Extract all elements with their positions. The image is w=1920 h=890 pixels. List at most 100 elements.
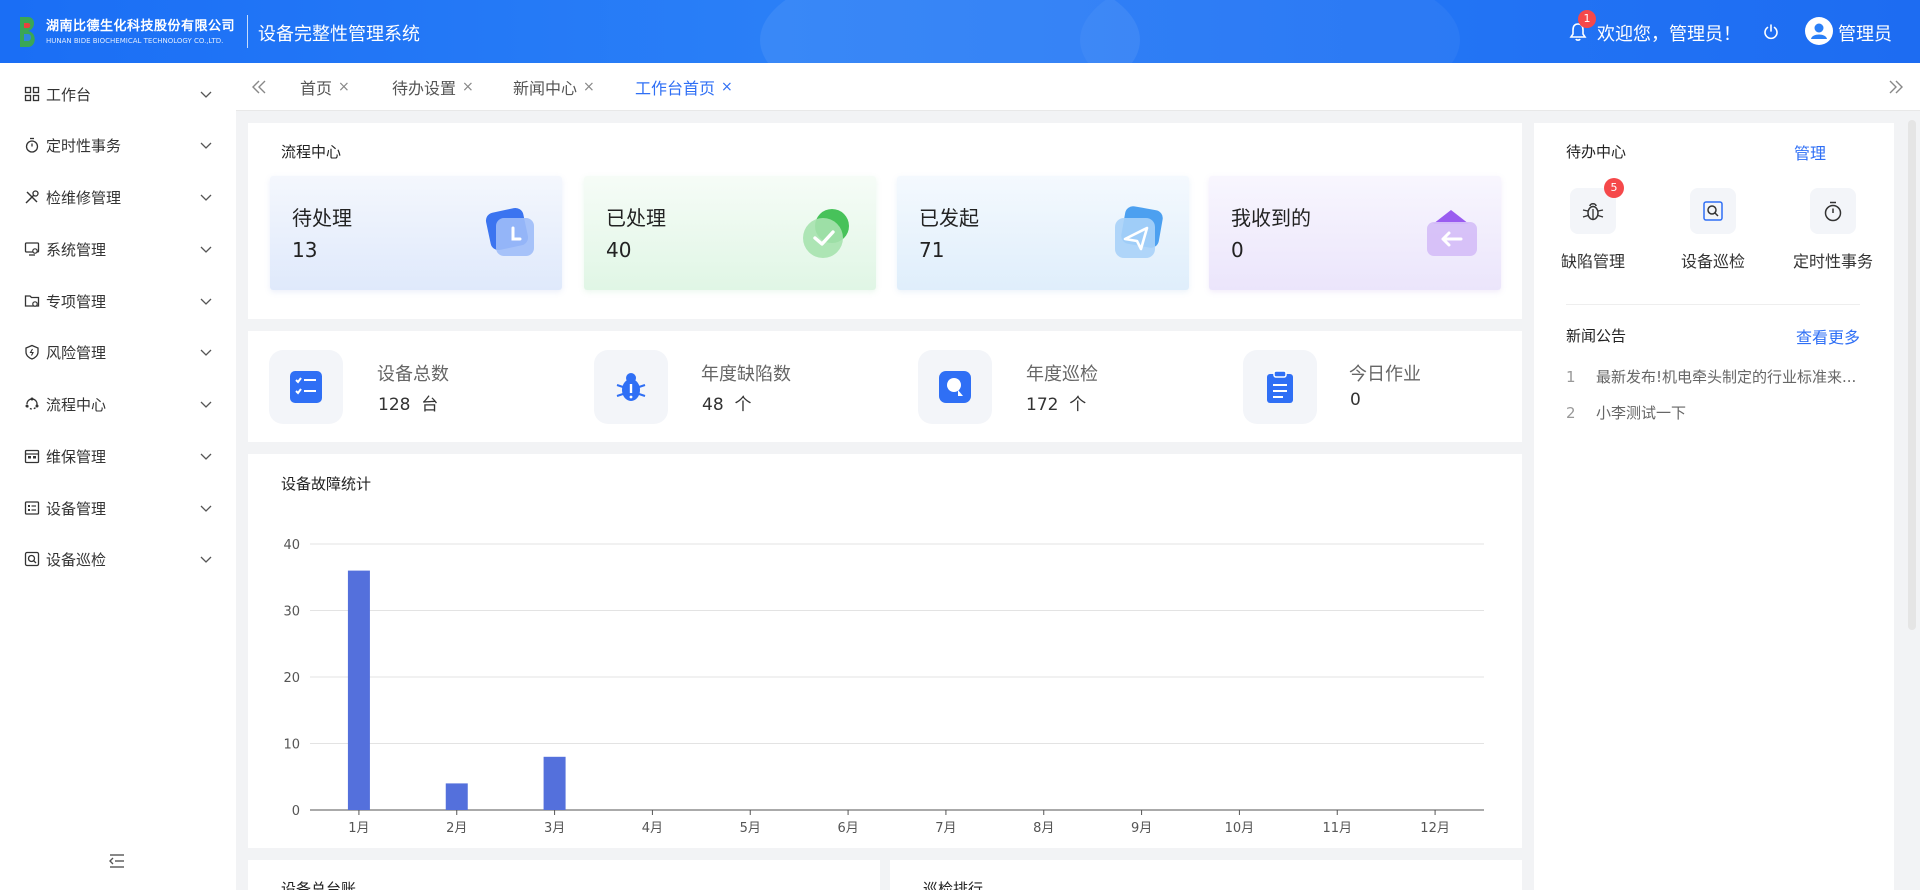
power-icon[interactable] bbox=[1762, 23, 1780, 41]
page-scrollbar[interactable] bbox=[1908, 120, 1916, 630]
sidebar-item-process-center[interactable]: 流程中心 bbox=[0, 384, 236, 424]
todo-label: 定时性事务 bbox=[1792, 252, 1873, 271]
close-icon[interactable]: × bbox=[583, 79, 595, 95]
tab-label: 新闻中心 bbox=[513, 79, 578, 98]
sidebar-item-label: 定时性事务 bbox=[46, 137, 122, 155]
stopwatch-icon bbox=[25, 137, 39, 153]
sidebar-item-label: 检维修管理 bbox=[46, 189, 122, 207]
flow-processed[interactable]: 已处理 40 bbox=[584, 176, 876, 290]
x-tick-label: 1月 bbox=[348, 821, 369, 836]
sidebar-item-workbench[interactable]: 工作台 bbox=[0, 74, 236, 114]
double-chevron-right-icon[interactable] bbox=[1887, 78, 1905, 96]
monitor-gear-icon bbox=[24, 242, 40, 256]
sidebar-item-equipment-inspection[interactable]: 设备巡检 bbox=[0, 539, 236, 579]
x-tick-label: 3月 bbox=[544, 821, 565, 836]
sidebar-item-equipment-management[interactable]: 设备管理 bbox=[0, 488, 236, 528]
shield-icon bbox=[25, 344, 39, 360]
x-tick-label: 9月 bbox=[1131, 821, 1152, 836]
tab-todo-settings[interactable]: 待办设置 × bbox=[392, 76, 474, 98]
grid-icon bbox=[24, 86, 40, 102]
x-tick-label: 2月 bbox=[446, 821, 467, 836]
sidebar-item-label: 风险管理 bbox=[46, 344, 107, 362]
sidebar-item-special-management[interactable]: 专项管理 bbox=[0, 281, 236, 321]
collapse-sidebar-icon[interactable] bbox=[108, 853, 126, 869]
tools-icon bbox=[25, 190, 39, 204]
stat-value: 0 bbox=[1350, 390, 1361, 410]
sidebar-item-label: 工作台 bbox=[46, 86, 92, 104]
header-decoration bbox=[1080, 0, 1460, 63]
sidebar-item-scheduled-tasks[interactable]: 定时性事务 bbox=[0, 125, 236, 165]
list-card-icon bbox=[24, 501, 40, 515]
user-name[interactable]: 管理员 bbox=[1838, 20, 1892, 46]
flow-initiated[interactable]: 已发起 71 bbox=[897, 176, 1189, 290]
news-text: 小李测试一下 bbox=[1596, 404, 1687, 422]
stat-number: 0 bbox=[1350, 390, 1361, 410]
chevron-down-icon bbox=[200, 505, 212, 512]
stat-number: 172 bbox=[1026, 395, 1059, 415]
search-box-icon bbox=[1703, 201, 1723, 221]
user-avatar[interactable] bbox=[1805, 17, 1833, 45]
stat-value: 128 台 bbox=[378, 390, 438, 415]
news-item[interactable]: 1 最新发布!机电牵头制定的行业标准来... bbox=[1566, 366, 1856, 387]
close-icon[interactable]: × bbox=[721, 79, 733, 95]
close-icon[interactable]: × bbox=[338, 79, 350, 95]
stat-unit: 个 bbox=[734, 395, 752, 415]
close-icon[interactable]: × bbox=[462, 79, 474, 95]
cycle-icon bbox=[25, 397, 39, 410]
todo-scheduled-tasks[interactable]: 定时性事务 bbox=[1778, 188, 1888, 278]
x-tick-label: 6月 bbox=[837, 821, 858, 836]
news-item[interactable]: 2 小李测试一下 bbox=[1566, 402, 1686, 423]
flow-value: 13 bbox=[292, 238, 318, 262]
x-tick-label: 7月 bbox=[935, 821, 956, 836]
bug-icon bbox=[1582, 203, 1604, 221]
bar bbox=[445, 783, 468, 810]
sidebar-item-maintenance[interactable]: 检维修管理 bbox=[0, 177, 236, 217]
flow-value: 0 bbox=[1231, 238, 1244, 262]
company-name-en: HUNAN BIDE BIOCHEMICAL TECHNOLOGY CO.,LT… bbox=[46, 37, 224, 45]
chevron-down-icon bbox=[200, 298, 212, 305]
x-tick-label: 5月 bbox=[740, 821, 761, 836]
clipboard-icon bbox=[1267, 370, 1293, 403]
notification-badge: 1 bbox=[1578, 10, 1596, 28]
chart-title: 设备故障统计 bbox=[281, 475, 372, 493]
chevron-down-icon bbox=[200, 194, 212, 201]
search-box-icon bbox=[24, 551, 40, 567]
todo-badge: 5 bbox=[1604, 178, 1624, 198]
company-name-cn: 湖南比德生化科技股份有限公司 bbox=[46, 19, 236, 34]
sidebar-item-repair-management[interactable]: 维保管理 bbox=[0, 436, 236, 476]
y-tick-label: 30 bbox=[283, 605, 300, 620]
x-tick-label: 8月 bbox=[1033, 821, 1054, 836]
sidebar-item-risk-management[interactable]: 风险管理 bbox=[0, 332, 236, 372]
news-number: 1 bbox=[1566, 368, 1576, 386]
flow-received[interactable]: 我收到的 0 bbox=[1209, 176, 1501, 290]
news-text: 最新发布!机电牵头制定的行业标准来... bbox=[1596, 368, 1857, 386]
todo-defect-management[interactable]: 5 缺陷管理 bbox=[1538, 178, 1648, 278]
stat-unit: 个 bbox=[1069, 395, 1087, 415]
stat-annual-inspections bbox=[918, 350, 992, 424]
stat-today-work bbox=[1243, 350, 1317, 424]
tab-news-center[interactable]: 新闻中心 × bbox=[513, 76, 595, 98]
flow-value: 71 bbox=[919, 238, 945, 262]
flow-label: 已发起 bbox=[919, 206, 979, 230]
equipment-ledger-title: 设备总台账 bbox=[281, 880, 357, 890]
inspection-ranking-title: 巡检排行 bbox=[923, 880, 984, 890]
todo-label: 缺陷管理 bbox=[1560, 252, 1625, 271]
flow-label: 待处理 bbox=[292, 206, 352, 230]
manage-link[interactable]: 管理 bbox=[1794, 140, 1826, 164]
stat-unit: 台 bbox=[421, 395, 439, 415]
double-chevron-left-icon[interactable] bbox=[250, 78, 268, 96]
sidebar-item-label: 设备管理 bbox=[46, 500, 107, 518]
tab-home[interactable]: 首页 × bbox=[300, 76, 350, 98]
stat-annual-defects bbox=[594, 350, 668, 424]
inspection-ranking-card bbox=[890, 860, 1522, 890]
bar bbox=[347, 570, 370, 810]
news-number: 2 bbox=[1566, 404, 1576, 422]
stat-value: 48 个 bbox=[702, 390, 751, 415]
tab-workbench-home[interactable]: 工作台首页 × bbox=[635, 76, 733, 98]
todo-equipment-inspection[interactable]: 设备巡检 bbox=[1658, 188, 1768, 278]
sidebar-item-system-management[interactable]: 系统管理 bbox=[0, 229, 236, 269]
view-more-link[interactable]: 查看更多 bbox=[1796, 324, 1860, 348]
tab-label: 首页 bbox=[300, 79, 333, 98]
flow-pending[interactable]: 待处理 13 bbox=[270, 176, 562, 290]
stat-label: 年度缺陷数 bbox=[701, 364, 791, 385]
